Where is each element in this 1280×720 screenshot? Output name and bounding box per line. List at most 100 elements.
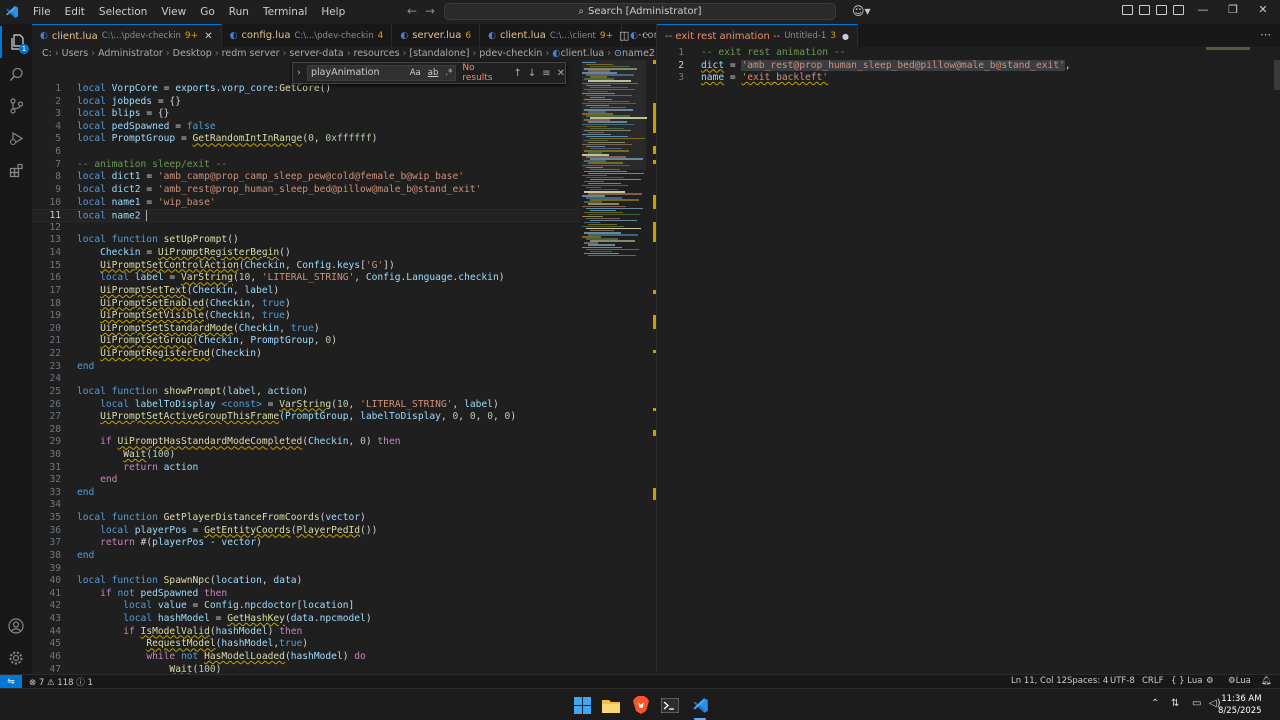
encoding[interactable]: UTF-8 bbox=[1110, 676, 1135, 686]
lua-file-icon: ◐ bbox=[229, 30, 238, 41]
settings-gear-icon[interactable] bbox=[0, 642, 32, 674]
code-text: UiPromptSetEnabled(Checkin, true) bbox=[77, 298, 291, 311]
code-token: -- animation sleep/exit -- bbox=[77, 158, 228, 170]
minimap-viewport[interactable] bbox=[582, 60, 646, 170]
taskbar-clock[interactable]: 11:36 AM 8/25/2025 bbox=[1218, 693, 1262, 717]
left-code-editor[interactable]: 1 local VorpCore = exports.vorp_core:GetC… bbox=[32, 60, 580, 674]
line-ending[interactable]: CRLF bbox=[1142, 676, 1163, 686]
match-whole-word-toggle[interactable]: ab bbox=[428, 68, 439, 78]
next-match-icon[interactable]: ↓ bbox=[528, 68, 536, 79]
breadcrumb-item[interactable]: pdev-checkin bbox=[479, 48, 542, 59]
menu-selection[interactable]: Selection bbox=[92, 6, 154, 18]
toggle-replace-chevron-icon[interactable]: › bbox=[293, 68, 305, 78]
breadcrumb-item[interactable]: redm server bbox=[222, 48, 280, 59]
forward-arrow-icon[interactable]: → bbox=[425, 4, 435, 18]
match-case-toggle[interactable]: Aa bbox=[410, 68, 421, 78]
find-in-selection-icon[interactable]: ≡ bbox=[542, 68, 550, 79]
toggle-secondary-sidebar-icon[interactable] bbox=[1156, 5, 1167, 15]
breadcrumb-item[interactable]: resources bbox=[354, 48, 400, 59]
close-find-icon[interactable]: ✕ bbox=[557, 68, 565, 79]
code-token: hashModel bbox=[290, 650, 343, 662]
toggle-panel-icon[interactable] bbox=[1139, 5, 1150, 15]
customize-layout-icon[interactable] bbox=[1173, 5, 1184, 15]
search-view-icon[interactable] bbox=[0, 58, 32, 90]
line-number: 15 bbox=[49, 259, 61, 271]
vscode-taskbar-icon[interactable] bbox=[690, 695, 710, 715]
breadcrumb-item[interactable]: server-data bbox=[289, 48, 343, 59]
restore-icon[interactable]: ❐ bbox=[1218, 3, 1248, 16]
right-code-editor[interactable]: 1 -- exit rest animation -- 2 dict = 'amb_r… bbox=[657, 47, 1280, 674]
close-tab-icon[interactable]: ✕ bbox=[204, 31, 212, 42]
menu-file[interactable]: File bbox=[26, 6, 58, 18]
account-icon[interactable] bbox=[0, 610, 32, 642]
breadcrumb-item[interactable]: name2 bbox=[622, 48, 655, 59]
tab-client-lua-0[interactable]: ◐ client.lua C:\...\pdev-checkin 9+ ✕ bbox=[32, 24, 222, 47]
more-actions-right-icon[interactable]: ⋯ bbox=[1260, 28, 1271, 41]
breadcrumb-item[interactable]: Desktop bbox=[173, 48, 212, 59]
more-actions-icon[interactable]: ⋯ bbox=[638, 28, 649, 41]
breadcrumb-item[interactable]: Users bbox=[62, 48, 89, 59]
code-token: Config bbox=[365, 272, 401, 284]
menu-run[interactable]: Run bbox=[222, 6, 256, 18]
code-token: UiPromptHasStandardModeCompleted bbox=[117, 436, 303, 448]
minimap[interactable] bbox=[582, 60, 647, 260]
menu-go[interactable]: Go bbox=[193, 6, 222, 18]
menu-edit[interactable]: Edit bbox=[58, 6, 92, 18]
menu-view[interactable]: View bbox=[154, 6, 193, 18]
tab-config-lua-1[interactable]: ◐ config.lua C:\...\pdev-checkin 4 bbox=[221, 24, 393, 47]
warning-icon: ⚠ bbox=[46, 677, 55, 688]
language-mode[interactable]: { } Lua bbox=[1171, 676, 1202, 686]
code-token: name bbox=[701, 72, 725, 84]
search-icon: ⌕ bbox=[578, 6, 585, 17]
code-token: VorpCore bbox=[111, 83, 158, 94]
windows-start-icon[interactable] bbox=[572, 695, 592, 715]
display-tray-icon[interactable]: ▭ bbox=[1192, 698, 1201, 709]
menu-terminal[interactable]: Terminal bbox=[256, 6, 314, 18]
notifications-bell-icon[interactable]: 🔔︎ bbox=[1261, 676, 1272, 686]
terminal-icon[interactable] bbox=[660, 695, 680, 715]
brave-browser-icon[interactable] bbox=[631, 695, 651, 715]
extensions-icon[interactable] bbox=[0, 154, 32, 186]
find-input[interactable]: playAnimation Aa ab .* bbox=[306, 65, 457, 81]
use-regex-toggle[interactable]: .* bbox=[445, 68, 452, 78]
code-token: UiPromptSetGroup bbox=[100, 335, 193, 347]
tab-server-lua-2[interactable]: ◐ server.lua 6 bbox=[392, 24, 481, 47]
code-line: 8 local dict1 = 'amb_camp@prop_camp_sleep… bbox=[32, 171, 580, 184]
toggle-sidebar-icon[interactable] bbox=[1122, 5, 1133, 15]
tab-client-lua-3[interactable]: ◐ client.lua C:\...\client 9+ bbox=[480, 24, 623, 47]
breadcrumb-item[interactable]: C: bbox=[42, 48, 52, 59]
tab-untitled-1[interactable]: -- exit rest animation -- Untitled-1 3 ● bbox=[657, 24, 859, 47]
run-debug-icon[interactable] bbox=[0, 122, 32, 154]
right-scrollbar[interactable] bbox=[1274, 60, 1280, 90]
code-line: 4 local pedSpawned = false bbox=[32, 121, 580, 134]
lua-language-status[interactable]: ⚙Lua bbox=[1228, 676, 1251, 686]
code-token: do bbox=[354, 650, 366, 662]
breadcrumb-item[interactable]: [standalone] bbox=[409, 48, 469, 59]
breadcrumb-item[interactable]: Administrator bbox=[98, 48, 163, 59]
command-center-search[interactable]: ⌕ Search [Administrator] bbox=[444, 3, 836, 20]
remote-indicator-icon[interactable]: ⇋ bbox=[0, 674, 22, 689]
back-arrow-icon[interactable]: ← bbox=[407, 4, 417, 18]
code-token: data bbox=[273, 575, 297, 587]
explorer-icon[interactable]: 1 bbox=[0, 26, 32, 58]
problems-indicator[interactable]: ⊗ 7 ⚠ 118 ⓘ 1 bbox=[29, 676, 93, 688]
show-hidden-icons-icon[interactable]: ⌃ bbox=[1151, 698, 1159, 709]
close-window-icon[interactable]: ✕ bbox=[1248, 3, 1278, 16]
minimize-icon[interactable]: — bbox=[1188, 3, 1218, 16]
source-control-icon[interactable] bbox=[0, 90, 32, 122]
split-editor-icon[interactable]: ◫ bbox=[619, 29, 629, 42]
copilot-icon[interactable]: ☺▾ bbox=[852, 4, 871, 18]
unsaved-dot-icon[interactable]: ● bbox=[842, 32, 849, 41]
right-minimap-slider[interactable] bbox=[1206, 47, 1250, 50]
lua-status-icon[interactable]: ⚙ bbox=[1206, 676, 1214, 686]
network-tray-icon[interactable]: ⇅ bbox=[1171, 698, 1179, 709]
breadcrumb-item[interactable]: client.lua bbox=[561, 48, 605, 59]
previous-match-icon[interactable]: ↑ bbox=[513, 68, 521, 79]
code-token: pedSpawned bbox=[111, 120, 170, 132]
cursor-position[interactable]: Ln 11, Col 12 bbox=[1011, 676, 1067, 686]
file-explorer-icon[interactable] bbox=[601, 695, 621, 715]
indentation[interactable]: Spaces: 4 bbox=[1067, 676, 1108, 686]
menu-help[interactable]: Help bbox=[314, 6, 352, 18]
